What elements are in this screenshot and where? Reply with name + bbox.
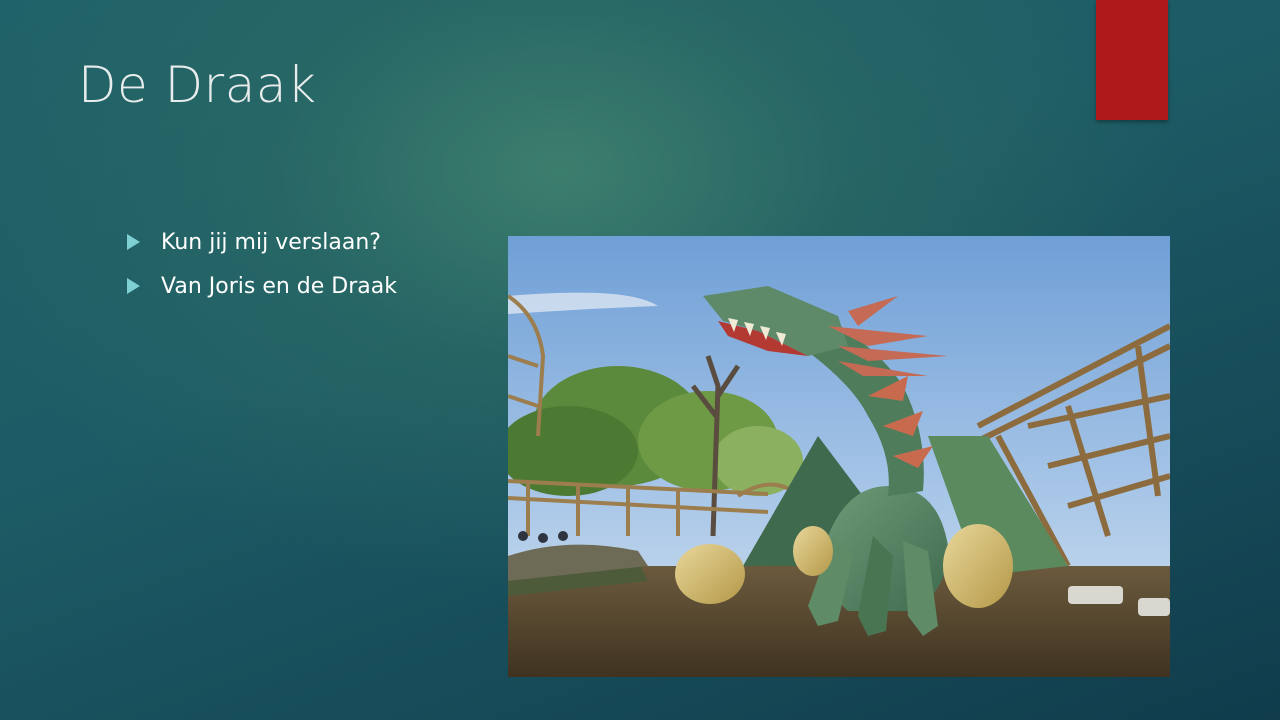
accent-tab [1096,0,1168,120]
bullet-text: Kun jij mij verslaan? [161,229,381,255]
bullet-list: Kun jij mij verslaan? Van Joris en de Dr… [127,220,397,308]
bullet-arrow-icon [127,278,140,294]
bullet-item[interactable]: Van Joris en de Draak [127,264,397,308]
slide-title[interactable]: De Draak [78,56,316,114]
dragon-photo[interactable] [508,236,1170,677]
bullet-text: Van Joris en de Draak [161,273,397,299]
bullet-item[interactable]: Kun jij mij verslaan? [127,220,397,264]
bullet-arrow-icon [127,234,140,250]
slide: De Draak Kun jij mij verslaan? Van Joris… [0,0,1280,720]
